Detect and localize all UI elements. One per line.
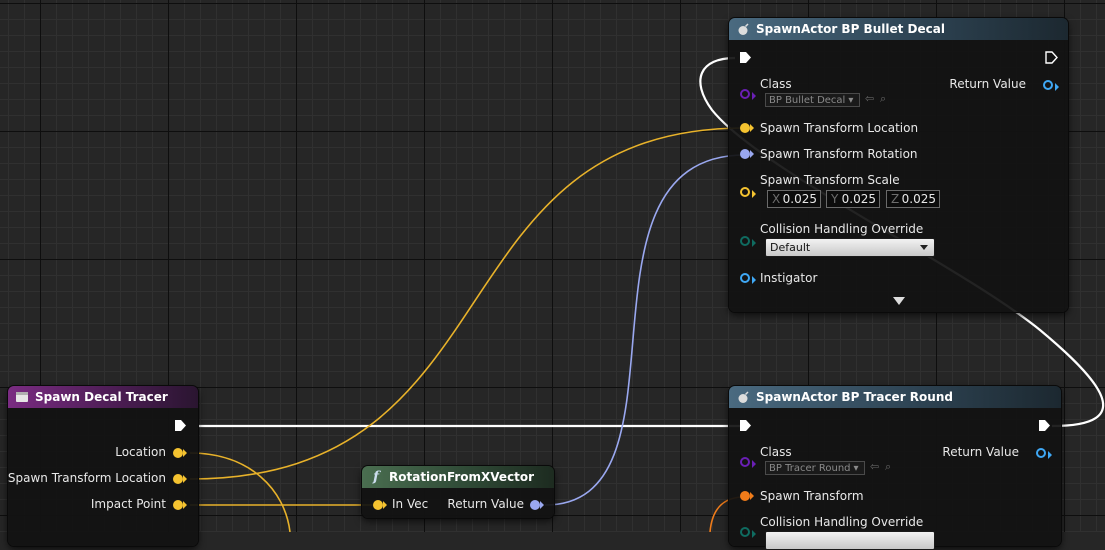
event-icon — [15, 390, 29, 404]
class-pin[interactable] — [740, 89, 756, 100]
spawn-location-pin[interactable] — [173, 474, 187, 484]
browse-search-icon[interactable]: ⌕ — [880, 92, 886, 106]
collision-label: Collision Handling Override — [760, 222, 924, 236]
exec-out-pin[interactable] — [1038, 419, 1051, 432]
in-vec-pin[interactable] — [373, 500, 387, 510]
wire-location-down[interactable] — [189, 452, 291, 532]
exec-out-pin[interactable] — [174, 419, 187, 432]
chevron-down-icon — [920, 245, 928, 250]
spawn-transform-pin[interactable] — [740, 491, 754, 501]
collision-dropdown[interactable] — [765, 531, 935, 550]
spawn-scale-pin[interactable] — [740, 187, 756, 198]
location-pin[interactable] — [173, 448, 187, 458]
class-pin[interactable] — [740, 457, 756, 468]
return-value-label: Return Value — [942, 445, 1019, 459]
node-title: RotationFromXVector — [389, 470, 535, 484]
expand-advanced-arrow-icon[interactable] — [893, 297, 905, 305]
use-selected-arrow-icon[interactable]: ⇦ — [870, 460, 879, 473]
collision-dropdown-value: Default — [770, 241, 811, 254]
node-header[interactable]: Spawn Decal Tracer — [8, 386, 198, 408]
spawn-transform-label: Spawn Transform — [760, 489, 864, 503]
spawn-tracer-round-node[interactable]: SpawnActor BP Tracer Round Class BP Trac… — [729, 386, 1061, 550]
instigator-pin[interactable] — [740, 273, 756, 284]
use-selected-arrow-icon[interactable]: ⇦ — [865, 92, 874, 105]
browse-search-icon[interactable]: ⌕ — [885, 460, 891, 474]
collision-pin[interactable] — [740, 527, 756, 538]
scale-z-value: 0.025 — [901, 192, 936, 206]
impact-point-label: Impact Point — [90, 497, 166, 511]
rotation-from-x-vector-node[interactable]: f RotationFromXVector In Vec Return Valu… — [362, 466, 554, 518]
node-header[interactable]: SpawnActor BP Bullet Decal — [729, 18, 1068, 40]
scale-z-axis: Z — [891, 192, 900, 206]
scale-x-field[interactable]: X 0.025 — [767, 190, 821, 208]
return-value-label: Return Value — [949, 77, 1026, 91]
class-label: Class — [760, 77, 792, 91]
node-header[interactable]: SpawnActor BP Tracer Round — [729, 386, 1061, 408]
impact-point-pin[interactable] — [173, 500, 187, 510]
node-title: Spawn Decal Tracer — [35, 390, 168, 404]
class-label: Class — [760, 445, 792, 459]
return-value-pin[interactable] — [530, 500, 544, 510]
in-vec-label: In Vec — [392, 497, 429, 511]
exec-in-pin[interactable] — [739, 419, 752, 432]
function-icon: f — [372, 469, 380, 485]
spawn-rotation-label: Spawn Transform Rotation — [760, 147, 918, 161]
spawn-bullet-decal-node[interactable]: SpawnActor BP Bullet Decal Class BP Bull… — [729, 18, 1068, 312]
scale-x-value: 0.025 — [782, 192, 817, 206]
scale-y-value: 0.025 — [841, 192, 876, 206]
spawn-scale-label: Spawn Transform Scale — [760, 173, 900, 187]
spawn-location-label: Spawn Transform Location — [7, 471, 166, 485]
return-value-pin[interactable] — [1043, 80, 1059, 91]
exec-out-pin[interactable] — [1045, 51, 1058, 64]
scale-x-axis: X — [772, 192, 781, 206]
exec-in-pin[interactable] — [739, 51, 752, 64]
node-title: SpawnActor BP Bullet Decal — [756, 22, 945, 36]
spawn-location-label: Spawn Transform Location — [760, 121, 919, 135]
scale-z-field[interactable]: Z 0.025 — [886, 190, 940, 208]
wire-rotation-to-decal[interactable] — [544, 154, 746, 506]
collision-pin[interactable] — [740, 236, 756, 247]
spawn-rotation-pin[interactable] — [740, 149, 754, 159]
location-label: Location — [115, 445, 166, 459]
collision-label: Collision Handling Override — [760, 515, 924, 529]
bomb-icon — [736, 22, 750, 36]
instigator-label: Instigator — [760, 271, 818, 285]
node-title: SpawnActor BP Tracer Round — [756, 390, 953, 404]
spawn-location-pin[interactable] — [740, 123, 754, 133]
class-picker[interactable]: BP Tracer Round ▾ — [765, 461, 865, 475]
return-value-pin[interactable] — [1036, 448, 1052, 459]
class-picker-value: BP Bullet Decal — [769, 94, 846, 106]
chevron-down-icon: ▾ — [853, 462, 859, 474]
chevron-down-icon: ▾ — [848, 94, 854, 106]
bomb-icon — [736, 390, 750, 404]
class-picker-value: BP Tracer Round — [769, 462, 851, 474]
scale-y-field[interactable]: Y 0.025 — [826, 190, 880, 208]
return-value-label: Return Value — [447, 497, 524, 511]
node-header[interactable]: f RotationFromXVector — [362, 466, 554, 488]
collision-dropdown[interactable]: Default — [765, 238, 935, 257]
spawn-decal-tracer-event-node[interactable]: Spawn Decal Tracer Location Spawn Transf… — [8, 386, 198, 546]
class-picker[interactable]: BP Bullet Decal ▾ — [765, 93, 860, 107]
scale-y-axis: Y — [831, 192, 839, 206]
